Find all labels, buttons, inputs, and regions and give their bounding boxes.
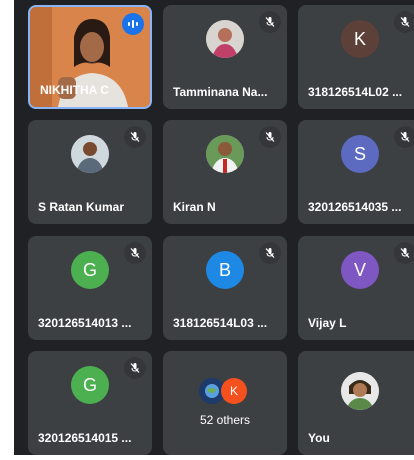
others-label: 52 others — [199, 413, 251, 427]
participant-name: Tamminana Na... — [173, 85, 268, 99]
participant-name: 318126514L03 ... — [173, 316, 268, 330]
avatar: S — [341, 135, 379, 173]
avatar: V — [341, 251, 379, 289]
participant-tile[interactable]: V Vijay L — [298, 236, 414, 340]
participant-tile[interactable]: S 320126514035 ... — [298, 120, 414, 224]
participant-name: Kiran N — [173, 200, 216, 214]
participant-tile[interactable]: G 320126514015 ... — [28, 351, 152, 455]
others-tile[interactable]: K 52 others — [163, 351, 287, 455]
mic-off-icon — [124, 242, 146, 264]
avatar — [206, 20, 244, 58]
avatar — [206, 135, 244, 173]
participant-name: 318126514L02 ... — [308, 85, 403, 99]
mic-off-icon — [259, 126, 281, 148]
avatar: B — [206, 251, 244, 289]
participant-name: Vijay L — [308, 316, 347, 330]
mic-off-icon — [259, 11, 281, 33]
audio-level-icon — [122, 13, 144, 35]
others-avatars: K — [199, 378, 251, 404]
avatar: K — [221, 378, 247, 404]
avatar: G — [71, 251, 109, 289]
avatar: G — [71, 366, 109, 404]
avatar: K — [341, 20, 379, 58]
mic-off-icon — [124, 357, 146, 379]
participant-name: 320126514013 ... — [38, 316, 132, 330]
mic-off-icon — [394, 242, 414, 264]
participant-tile[interactable]: K 318126514L02 ... — [298, 5, 414, 109]
participant-tile[interactable]: B 318126514L03 ... — [163, 236, 287, 340]
participant-name: 320126514015 ... — [38, 431, 132, 445]
participant-tile[interactable]: Tamminana Na... — [163, 5, 287, 109]
avatar — [71, 135, 109, 173]
mic-off-icon — [259, 242, 281, 264]
participant-name: S Ratan Kumar — [38, 200, 125, 214]
bottom-border — [0, 455, 414, 460]
participant-name: NIKHITHA C — [40, 83, 109, 97]
meeting-grid: NIKHITHA C Tamminana Na... K 318126514L0… — [14, 0, 414, 455]
participant-tile[interactable]: G 320126514013 ... — [28, 236, 152, 340]
avatar — [341, 372, 379, 410]
participant-name: You — [308, 431, 330, 445]
participant-tile[interactable]: S Ratan Kumar — [28, 120, 152, 224]
mic-off-icon — [124, 126, 146, 148]
mic-off-icon — [394, 126, 414, 148]
participant-name: 320126514035 ... — [308, 200, 402, 214]
participant-tile-nikhitha[interactable]: NIKHITHA C — [28, 5, 152, 109]
participant-tile[interactable]: Kiran N — [163, 120, 287, 224]
participant-tile-self[interactable]: You — [298, 351, 414, 455]
mic-off-icon — [394, 11, 414, 33]
